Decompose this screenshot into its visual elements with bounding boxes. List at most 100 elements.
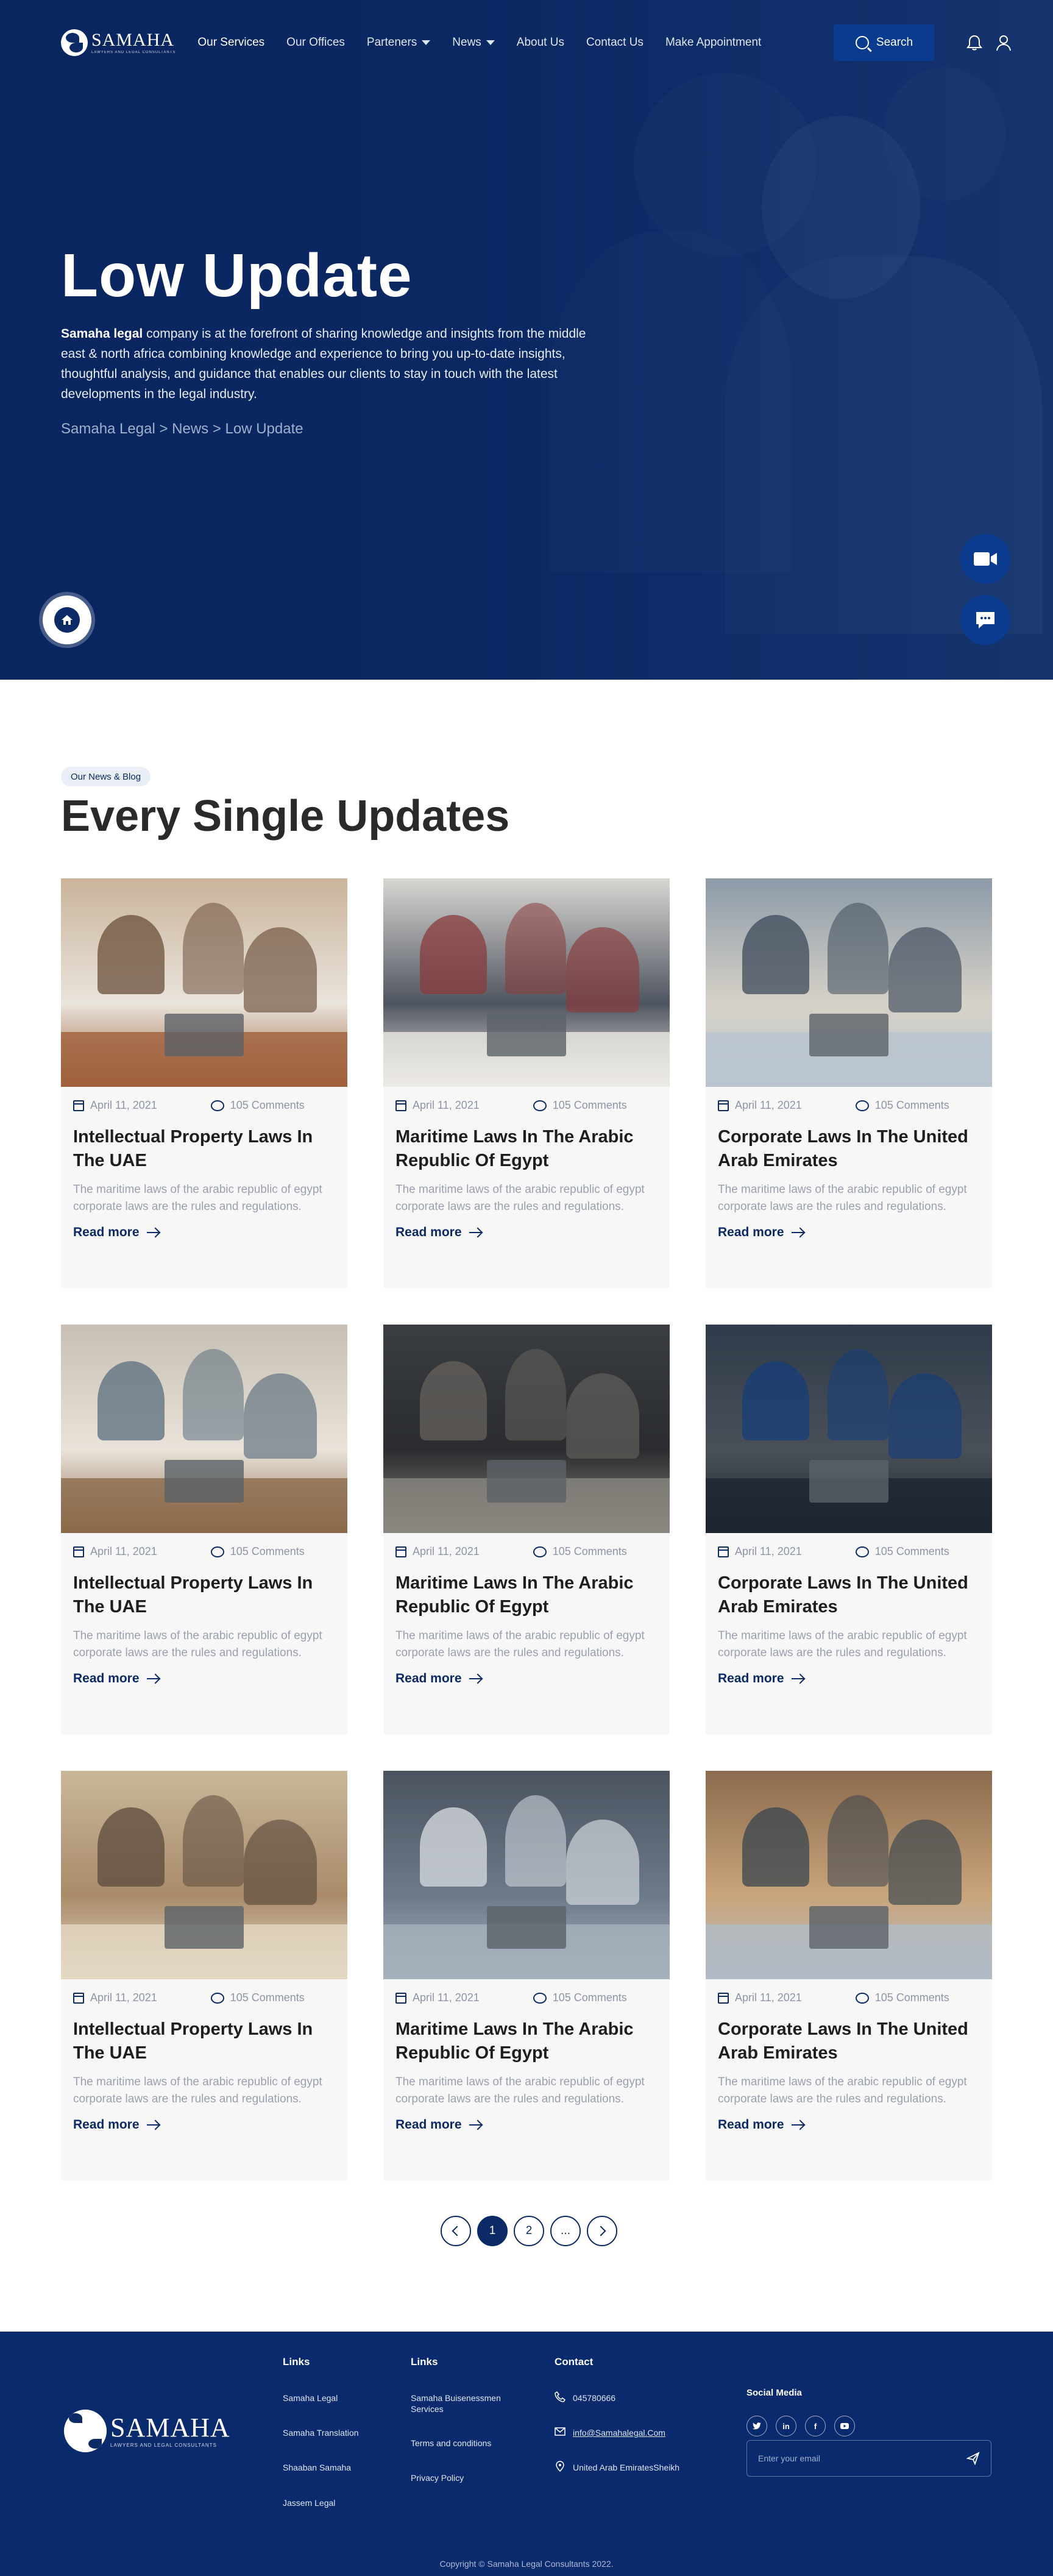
- news-card-excerpt: The maritime laws of the arabic republic…: [718, 1629, 967, 1659]
- social-links: in f: [746, 2416, 855, 2436]
- read-more-link[interactable]: Read more: [395, 2118, 670, 2132]
- news-card-comments[interactable]: 105 Comments: [230, 1545, 305, 1558]
- pagination-prev[interactable]: [441, 2216, 471, 2246]
- news-card-comments[interactable]: 105 Comments: [875, 1099, 949, 1112]
- news-card-excerpt: The maritime laws of the arabic republic…: [73, 1183, 322, 1213]
- read-more-link[interactable]: Read more: [718, 1671, 992, 1686]
- news-card-comments[interactable]: 105 Comments: [875, 1545, 949, 1558]
- footer-link-privacy[interactable]: Privacy Policy: [411, 2472, 464, 2483]
- news-card-comments[interactable]: 105 Comments: [553, 1991, 627, 2004]
- comment-icon: [855, 1546, 869, 1557]
- news-card-title[interactable]: Intellectual Property Laws In The UAE: [73, 2018, 335, 2065]
- user-icon[interactable]: [996, 34, 1012, 51]
- main-menu: Our Services Our Offices Parteners News …: [197, 36, 761, 49]
- bell-icon[interactable]: [966, 34, 982, 51]
- news-card-image[interactable]: [383, 878, 670, 1087]
- news-card-image[interactable]: [61, 1325, 347, 1533]
- nav-make-appointment[interactable]: Make Appointment: [665, 36, 761, 49]
- news-card-excerpt: The maritime laws of the arabic republic…: [395, 2076, 645, 2105]
- footer-logo[interactable]: SAMAHA LAWYERS AND LEGAL CONSULTANTS: [64, 2410, 230, 2452]
- news-card[interactable]: April 11, 2021 105 Comments Corporate Laws…: [706, 1771, 992, 2180]
- home-button[interactable]: [43, 596, 91, 644]
- news-card-title[interactable]: Corporate Laws In The United Arab Emirat…: [718, 1125, 980, 1173]
- news-card-comments[interactable]: 105 Comments: [553, 1099, 627, 1112]
- twitter-icon[interactable]: [746, 2416, 767, 2436]
- news-card-comments[interactable]: 105 Comments: [553, 1545, 627, 1558]
- chat-button[interactable]: [960, 595, 1010, 645]
- news-card-image[interactable]: [383, 1771, 670, 1979]
- arrow-right-icon: [791, 1678, 804, 1680]
- brand-logo[interactable]: SAMAHA LAWYERS AND LEGAL CONSULTANTS: [61, 29, 176, 56]
- pagination-next[interactable]: [587, 2216, 617, 2246]
- news-card-title[interactable]: Intellectual Property Laws In The UAE: [73, 1125, 335, 1173]
- footer-link-shaaban-samaha[interactable]: Shaaban Samaha: [283, 2462, 351, 2473]
- news-card[interactable]: April 11, 2021 105 Comments Intellectual P…: [61, 1325, 347, 1734]
- read-more-link[interactable]: Read more: [73, 1671, 347, 1686]
- facebook-icon[interactable]: f: [805, 2416, 826, 2436]
- footer-link-buisenessmen-services[interactable]: Samaha Buisenessmen Services: [411, 2393, 514, 2414]
- news-card-title[interactable]: Corporate Laws In The United Arab Emirat…: [718, 2018, 980, 2065]
- news-card-excerpt: The maritime laws of the arabic republic…: [395, 1629, 645, 1659]
- contact-phone[interactable]: 045780666: [573, 2393, 615, 2403]
- video-call-button[interactable]: [960, 534, 1010, 584]
- newsletter-email-input[interactable]: Enter your email: [746, 2440, 991, 2477]
- breadcrumb[interactable]: Samaha Legal > News > Low Update: [61, 421, 303, 438]
- nav-about-us[interactable]: About Us: [517, 36, 564, 49]
- news-card[interactable]: April 11, 2021 105 Comments Intellectual P…: [61, 1771, 347, 2180]
- news-card-image[interactable]: [383, 1325, 670, 1533]
- news-card[interactable]: April 11, 2021 105 Comments Maritime Laws …: [383, 1325, 670, 1734]
- news-card-title[interactable]: Maritime Laws In The Arabic Republic Of …: [395, 1125, 658, 1173]
- news-card-excerpt: The maritime laws of the arabic republic…: [73, 1629, 322, 1659]
- pagination-page-2[interactable]: 2: [514, 2216, 544, 2246]
- news-card-image[interactable]: [61, 878, 347, 1087]
- news-card-comments[interactable]: 105 Comments: [230, 1099, 305, 1112]
- nav-contact-us[interactable]: Contact Us: [586, 36, 644, 49]
- news-card[interactable]: April 11, 2021 105 Comments Corporate Laws…: [706, 1325, 992, 1734]
- arrow-right-icon: [791, 2124, 804, 2126]
- search-button[interactable]: Search: [834, 24, 935, 61]
- news-card[interactable]: April 11, 2021 105 Comments Intellectual P…: [61, 878, 347, 1288]
- footer-link-jassem-legal[interactable]: Jassem Legal: [283, 2497, 335, 2508]
- read-more-link[interactable]: Read more: [718, 2118, 992, 2132]
- news-card-title[interactable]: Intellectual Property Laws In The UAE: [73, 1571, 335, 1619]
- read-more-label: Read more: [395, 1671, 462, 1685]
- news-card[interactable]: April 11, 2021 105 Comments Maritime Laws …: [383, 878, 670, 1288]
- contact-email[interactable]: info@Samahalegal.Com: [573, 2427, 665, 2438]
- nav-parteners[interactable]: Parteners: [367, 36, 431, 49]
- read-more-link[interactable]: Read more: [73, 1225, 347, 1240]
- news-card-image[interactable]: [706, 878, 992, 1087]
- pagination-page-1[interactable]: 1: [477, 2216, 508, 2246]
- send-icon[interactable]: [966, 2452, 980, 2465]
- news-card-comments[interactable]: 105 Comments: [230, 1991, 305, 2004]
- pagination-ellipsis[interactable]: ...: [550, 2216, 581, 2246]
- news-card[interactable]: April 11, 2021 105 Comments Corporate Laws…: [706, 878, 992, 1288]
- youtube-icon[interactable]: [834, 2416, 855, 2436]
- arrow-right-icon: [146, 1678, 159, 1680]
- news-card-title[interactable]: Maritime Laws In The Arabic Republic Of …: [395, 2018, 658, 2065]
- contact-address: United Arab EmiratesSheikh: [573, 2463, 680, 2472]
- nav-our-offices[interactable]: Our Offices: [286, 36, 345, 49]
- news-card[interactable]: April 11, 2021 105 Comments Maritime Laws …: [383, 1771, 670, 2180]
- nav-news[interactable]: News: [452, 36, 495, 49]
- footer-link-terms[interactable]: Terms and conditions: [411, 2438, 491, 2449]
- hero-banner: SAMAHA LAWYERS AND LEGAL CONSULTANTS Our…: [0, 0, 1053, 680]
- footer-link-samaha-legal[interactable]: Samaha Legal: [283, 2393, 338, 2403]
- news-card-image[interactable]: [706, 1325, 992, 1533]
- arrow-right-icon: [469, 2124, 481, 2126]
- news-card-image[interactable]: [61, 1771, 347, 1979]
- linkedin-icon[interactable]: in: [776, 2416, 796, 2436]
- read-more-link[interactable]: Read more: [395, 1671, 670, 1686]
- read-more-link[interactable]: Read more: [73, 2118, 347, 2132]
- footer-link-samaha-translation[interactable]: Samaha Translation: [283, 2427, 359, 2438]
- news-card-image[interactable]: [706, 1771, 992, 1979]
- comment-icon: [533, 1546, 547, 1557]
- news-card-title[interactable]: Maritime Laws In The Arabic Republic Of …: [395, 1571, 658, 1619]
- news-card-title[interactable]: Corporate Laws In The United Arab Emirat…: [718, 1571, 980, 1619]
- comment-icon: [533, 1100, 547, 1111]
- nav-our-services[interactable]: Our Services: [197, 36, 264, 49]
- news-card-comments[interactable]: 105 Comments: [875, 1991, 949, 2004]
- comment-icon: [210, 1992, 224, 2004]
- read-more-link[interactable]: Read more: [718, 1225, 992, 1240]
- calendar-icon: [718, 1992, 729, 2004]
- read-more-link[interactable]: Read more: [395, 1225, 670, 1240]
